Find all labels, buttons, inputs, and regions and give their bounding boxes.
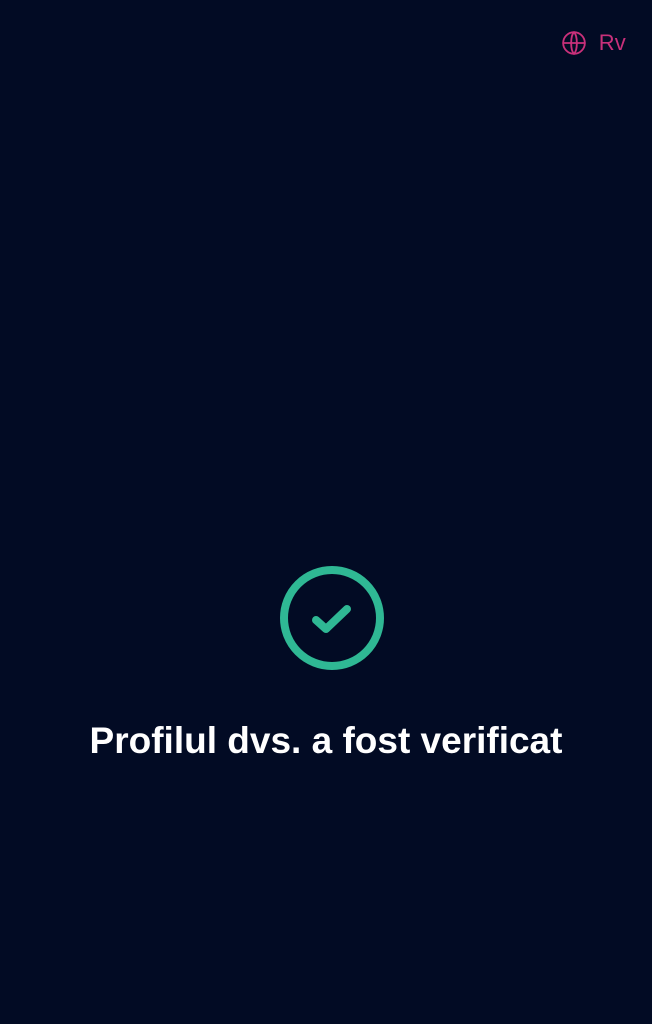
globe-icon [561, 30, 587, 56]
language-switcher[interactable]: Rv [561, 28, 626, 58]
language-label: Rv [598, 30, 626, 55]
status-title: Profilul dvs. a fost verificat [89, 720, 563, 761]
verification-screen: Rv Profilul dvs. a fost verificat [0, 0, 652, 1024]
check-circle-icon [279, 565, 385, 671]
